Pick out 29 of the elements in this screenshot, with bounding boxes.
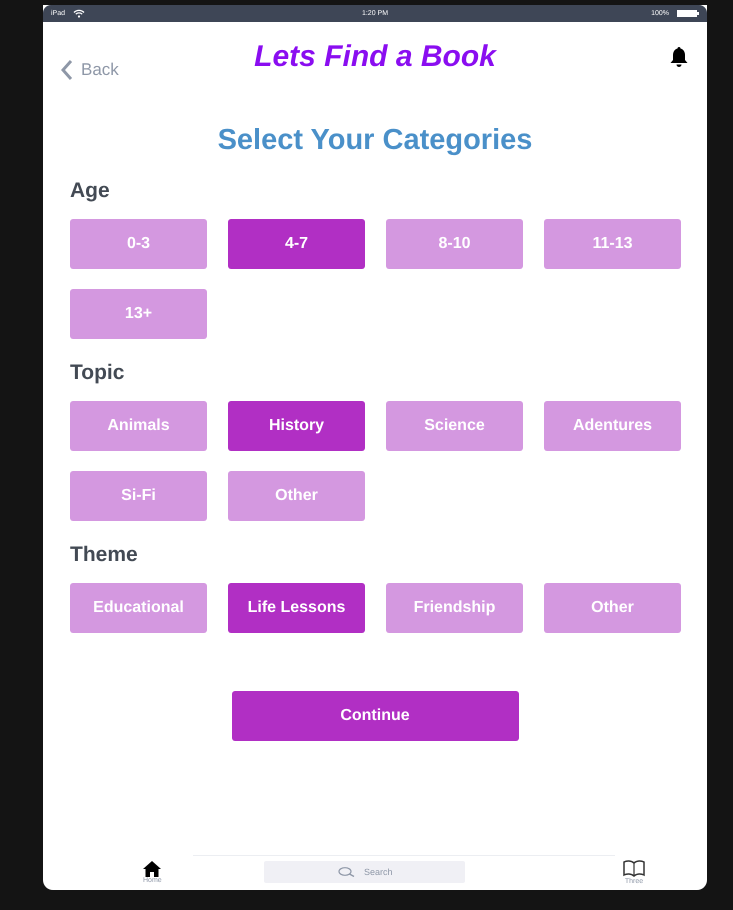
category-button[interactable]: 11-13: [544, 219, 681, 269]
back-button[interactable]: Back: [61, 59, 119, 81]
group-label: Theme: [70, 543, 139, 567]
home-icon: [143, 860, 162, 876]
chevron-icon: [61, 59, 73, 81]
category-button[interactable]: Adentures: [544, 401, 681, 451]
search-field[interactable]: Search: [264, 861, 465, 883]
group-label: Topic: [70, 361, 126, 385]
book-icon: [623, 860, 645, 878]
category-button[interactable]: 4-7: [228, 219, 365, 269]
category-button[interactable]: Si-Fi: [70, 471, 207, 521]
battery-icon: [677, 10, 699, 17]
category-button[interactable]: Other: [228, 471, 365, 521]
category-button[interactable]: Educational: [70, 583, 207, 633]
category-button[interactable]: Other: [544, 583, 681, 633]
category-button[interactable]: 0-3: [70, 219, 207, 269]
category-button[interactable]: Science: [386, 401, 523, 451]
page-title: Lets Find a Book: [254, 40, 496, 74]
bell-icon[interactable]: [669, 46, 689, 68]
group-label: Age: [70, 179, 111, 203]
category-button[interactable]: 13+: [70, 289, 207, 339]
category-button[interactable]: Animals: [70, 401, 207, 451]
section-heading: Select Your Categories: [216, 124, 534, 157]
category-button[interactable]: Life Lessons: [228, 583, 365, 633]
wifi-icon: [73, 9, 86, 18]
category-button[interactable]: Friendship: [386, 583, 523, 633]
continue-button[interactable]: Continue: [232, 691, 518, 741]
category-button[interactable]: 8-10: [386, 219, 523, 269]
category-button[interactable]: History: [228, 401, 365, 451]
